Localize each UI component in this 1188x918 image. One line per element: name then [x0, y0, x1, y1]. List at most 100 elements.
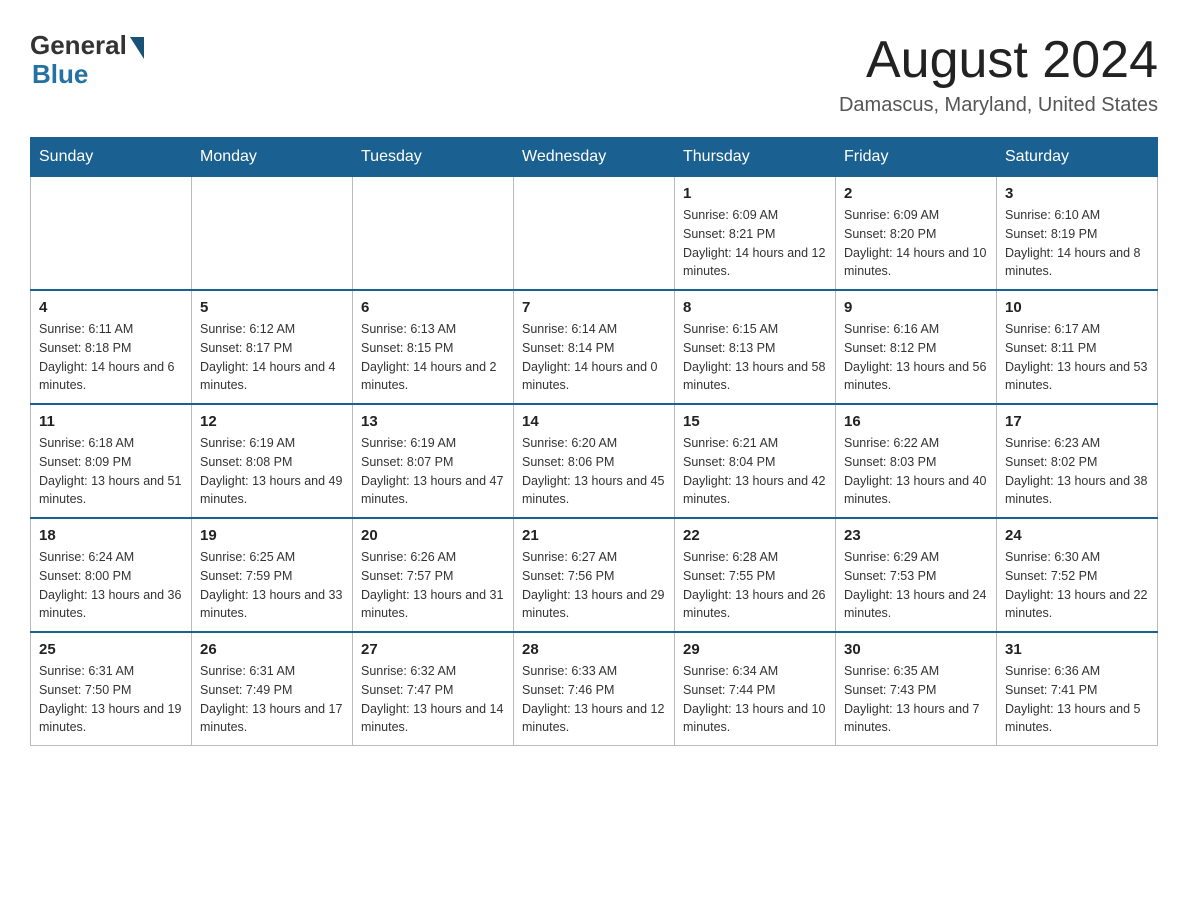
day-info: Sunrise: 6:09 AMSunset: 8:20 PMDaylight:…	[844, 206, 988, 281]
day-number: 27	[361, 641, 505, 658]
day-number: 1	[683, 185, 827, 202]
calendar-week-row: 18 Sunrise: 6:24 AMSunset: 8:00 PMDayligh…	[31, 518, 1158, 632]
day-number: 12	[200, 413, 344, 430]
day-of-week-header: Wednesday	[514, 138, 675, 177]
day-info: Sunrise: 6:29 AMSunset: 7:53 PMDaylight:…	[844, 548, 988, 623]
calendar-week-row: 25 Sunrise: 6:31 AMSunset: 7:50 PMDayligh…	[31, 632, 1158, 746]
day-number: 10	[1005, 299, 1149, 316]
day-number: 23	[844, 527, 988, 544]
day-info: Sunrise: 6:33 AMSunset: 7:46 PMDaylight:…	[522, 662, 666, 737]
calendar-cell: 22Sunrise: 6:28 AMSunset: 7:55 PMDayligh…	[675, 518, 836, 632]
day-info: Sunrise: 6:18 AMSunset: 8:09 PMDaylight:…	[39, 434, 183, 509]
day-of-week-header: Sunday	[31, 138, 192, 177]
calendar-cell: 13Sunrise: 6:19 AMSunset: 8:07 PMDayligh…	[353, 404, 514, 518]
day-number: 4	[39, 299, 183, 316]
day-number: 5	[200, 299, 344, 316]
calendar-cell: 27 Sunrise: 6:32 AMSunset: 7:47 PMDayligh…	[353, 632, 514, 746]
day-number: 25	[39, 641, 183, 658]
day-info: Sunrise: 6:36 AMSunset: 7:41 PMDaylight:…	[1005, 662, 1149, 737]
calendar-cell: 14 Sunrise: 6:20 AMSunset: 8:06 PMDayligh…	[514, 404, 675, 518]
calendar-week-row: 1Sunrise: 6:09 AMSunset: 8:21 PMDaylight…	[31, 177, 1158, 291]
day-number: 29	[683, 641, 827, 658]
location-text: Damascus, Maryland, United States	[839, 94, 1158, 117]
day-number: 20	[361, 527, 505, 544]
day-of-week-header: Friday	[836, 138, 997, 177]
calendar-cell: 31 Sunrise: 6:36 AMSunset: 7:41 PMDayligh…	[997, 632, 1158, 746]
day-number: 8	[683, 299, 827, 316]
calendar-cell: 12 Sunrise: 6:19 AMSunset: 8:08 PMDayligh…	[192, 404, 353, 518]
day-info: Sunrise: 6:21 AMSunset: 8:04 PMDaylight:…	[683, 434, 827, 509]
logo: General Blue	[30, 30, 144, 90]
calendar-cell: 23 Sunrise: 6:29 AMSunset: 7:53 PMDayligh…	[836, 518, 997, 632]
calendar-cell: 10 Sunrise: 6:17 AMSunset: 8:11 PMDayligh…	[997, 290, 1158, 404]
calendar-cell	[514, 177, 675, 291]
calendar-cell	[192, 177, 353, 291]
day-number: 7	[522, 299, 666, 316]
day-number: 30	[844, 641, 988, 658]
calendar-table: SundayMondayTuesdayWednesdayThursdayFrid…	[30, 137, 1158, 746]
logo-general-text: General	[30, 30, 127, 61]
calendar-cell	[353, 177, 514, 291]
logo-blue-text: Blue	[32, 59, 88, 90]
calendar-cell: 18 Sunrise: 6:24 AMSunset: 8:00 PMDayligh…	[31, 518, 192, 632]
calendar-cell: 9Sunrise: 6:16 AMSunset: 8:12 PMDaylight…	[836, 290, 997, 404]
day-number: 18	[39, 527, 183, 544]
calendar-cell: 4 Sunrise: 6:11 AMSunset: 8:18 PMDaylight…	[31, 290, 192, 404]
calendar-cell: 29Sunrise: 6:34 AMSunset: 7:44 PMDayligh…	[675, 632, 836, 746]
calendar-cell: 17 Sunrise: 6:23 AMSunset: 8:02 PMDayligh…	[997, 404, 1158, 518]
calendar-cell: 19Sunrise: 6:25 AMSunset: 7:59 PMDayligh…	[192, 518, 353, 632]
day-info: Sunrise: 6:12 AMSunset: 8:17 PMDaylight:…	[200, 320, 344, 395]
day-info: Sunrise: 6:30 AMSunset: 7:52 PMDaylight:…	[1005, 548, 1149, 623]
day-number: 28	[522, 641, 666, 658]
day-number: 16	[844, 413, 988, 430]
logo-arrow-icon	[130, 37, 144, 59]
calendar-week-row: 4 Sunrise: 6:11 AMSunset: 8:18 PMDaylight…	[31, 290, 1158, 404]
day-info: Sunrise: 6:31 AMSunset: 7:49 PMDaylight:…	[200, 662, 344, 737]
day-info: Sunrise: 6:10 AMSunset: 8:19 PMDaylight:…	[1005, 206, 1149, 281]
calendar-cell: 25 Sunrise: 6:31 AMSunset: 7:50 PMDayligh…	[31, 632, 192, 746]
day-info: Sunrise: 6:27 AMSunset: 7:56 PMDaylight:…	[522, 548, 666, 623]
day-of-week-header: Thursday	[675, 138, 836, 177]
day-info: Sunrise: 6:11 AMSunset: 8:18 PMDaylight:…	[39, 320, 183, 395]
calendar-cell: 1Sunrise: 6:09 AMSunset: 8:21 PMDaylight…	[675, 177, 836, 291]
day-number: 21	[522, 527, 666, 544]
calendar-cell: 26Sunrise: 6:31 AMSunset: 7:49 PMDayligh…	[192, 632, 353, 746]
day-info: Sunrise: 6:24 AMSunset: 8:00 PMDaylight:…	[39, 548, 183, 623]
day-of-week-header: Tuesday	[353, 138, 514, 177]
calendar-cell: 5 Sunrise: 6:12 AMSunset: 8:17 PMDaylight…	[192, 290, 353, 404]
day-number: 3	[1005, 185, 1149, 202]
calendar-cell: 15Sunrise: 6:21 AMSunset: 8:04 PMDayligh…	[675, 404, 836, 518]
page-header: General Blue August 2024 Damascus, Maryl…	[30, 30, 1158, 117]
day-info: Sunrise: 6:31 AMSunset: 7:50 PMDaylight:…	[39, 662, 183, 737]
calendar-week-row: 11Sunrise: 6:18 AMSunset: 8:09 PMDayligh…	[31, 404, 1158, 518]
day-info: Sunrise: 6:22 AMSunset: 8:03 PMDaylight:…	[844, 434, 988, 509]
calendar-cell: 20 Sunrise: 6:26 AMSunset: 7:57 PMDayligh…	[353, 518, 514, 632]
logo-text: General	[30, 30, 144, 61]
day-info: Sunrise: 6:32 AMSunset: 7:47 PMDaylight:…	[361, 662, 505, 737]
day-number: 31	[1005, 641, 1149, 658]
day-number: 17	[1005, 413, 1149, 430]
day-info: Sunrise: 6:15 AMSunset: 8:13 PMDaylight:…	[683, 320, 827, 395]
day-info: Sunrise: 6:26 AMSunset: 7:57 PMDaylight:…	[361, 548, 505, 623]
day-info: Sunrise: 6:35 AMSunset: 7:43 PMDaylight:…	[844, 662, 988, 737]
day-number: 22	[683, 527, 827, 544]
day-info: Sunrise: 6:16 AMSunset: 8:12 PMDaylight:…	[844, 320, 988, 395]
calendar-cell: 28 Sunrise: 6:33 AMSunset: 7:46 PMDayligh…	[514, 632, 675, 746]
day-number: 6	[361, 299, 505, 316]
day-number: 2	[844, 185, 988, 202]
day-info: Sunrise: 6:13 AMSunset: 8:15 PMDaylight:…	[361, 320, 505, 395]
day-info: Sunrise: 6:17 AMSunset: 8:11 PMDaylight:…	[1005, 320, 1149, 395]
calendar-cell: 8 Sunrise: 6:15 AMSunset: 8:13 PMDaylight…	[675, 290, 836, 404]
calendar-cell: 3 Sunrise: 6:10 AMSunset: 8:19 PMDaylight…	[997, 177, 1158, 291]
calendar-cell: 30 Sunrise: 6:35 AMSunset: 7:43 PMDayligh…	[836, 632, 997, 746]
day-of-week-header: Monday	[192, 138, 353, 177]
day-info: Sunrise: 6:23 AMSunset: 8:02 PMDaylight:…	[1005, 434, 1149, 509]
day-info: Sunrise: 6:19 AMSunset: 8:08 PMDaylight:…	[200, 434, 344, 509]
day-of-week-header: Saturday	[997, 138, 1158, 177]
calendar-cell	[31, 177, 192, 291]
day-number: 14	[522, 413, 666, 430]
day-info: Sunrise: 6:14 AMSunset: 8:14 PMDaylight:…	[522, 320, 666, 395]
title-section: August 2024 Damascus, Maryland, United S…	[839, 30, 1158, 117]
calendar-cell: 7 Sunrise: 6:14 AMSunset: 8:14 PMDaylight…	[514, 290, 675, 404]
day-info: Sunrise: 6:20 AMSunset: 8:06 PMDaylight:…	[522, 434, 666, 509]
